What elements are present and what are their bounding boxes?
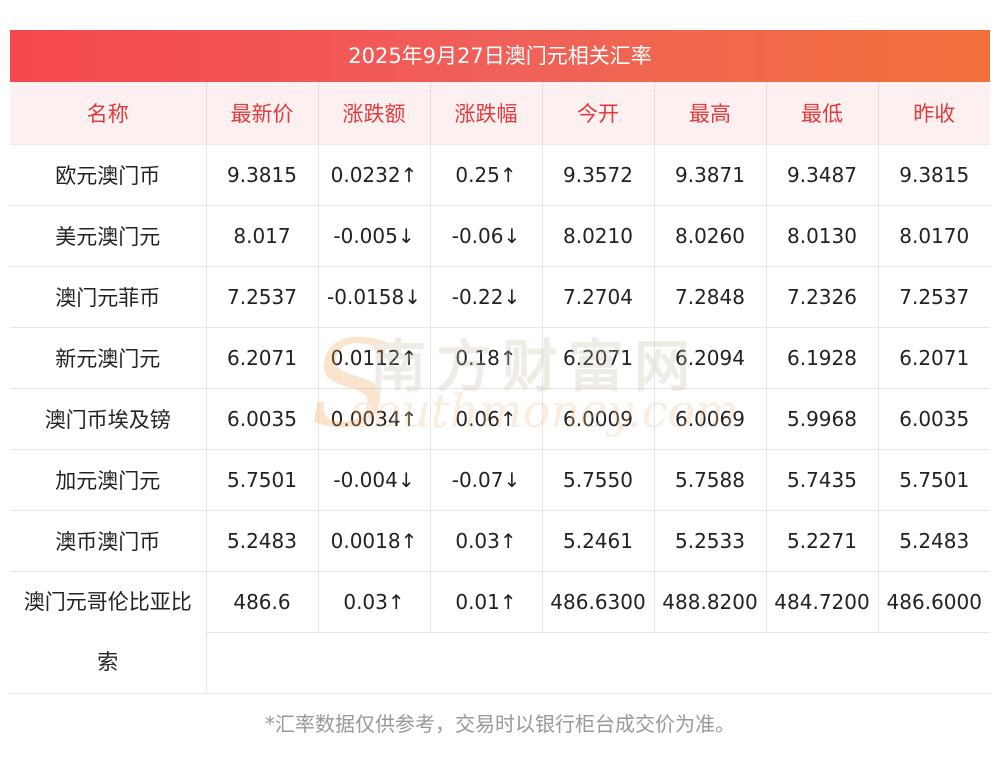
table-row: 澳币澳门币 5.2483 0.0018↑ 0.03↑ 5.2461 5.2533… (10, 510, 990, 572)
row-latest: 8.017 (206, 205, 319, 267)
row-change-pct: -0.07↓ (430, 449, 543, 511)
row-change-pct: 0.25↑ (430, 144, 543, 206)
row-low: 484.7200 (766, 571, 879, 633)
row-latest: 7.2537 (206, 266, 319, 328)
header-low: 最低 (766, 82, 879, 145)
exchange-rate-table: 名称 最新价 涨跌额 涨跌幅 今开 最高 最低 昨收 欧元澳门币 9.3815 … (10, 82, 990, 694)
row-low: 8.0130 (766, 205, 879, 267)
row-name: 美元澳门元 (10, 205, 207, 267)
table-row: 欧元澳门币 9.3815 0.0232↑ 0.25↑ 9.3572 9.3871… (10, 144, 990, 206)
row-high: 5.7588 (654, 449, 767, 511)
row-low: 6.1928 (766, 327, 879, 389)
row-latest: 9.3815 (206, 144, 319, 206)
row-open: 486.6300 (542, 571, 655, 633)
row-name: 新元澳门元 (10, 327, 207, 389)
row-name: 澳门币埃及镑 (10, 388, 207, 450)
row-high: 6.0069 (654, 388, 767, 450)
header-name: 名称 (10, 82, 207, 145)
table-row: 澳门币埃及镑 6.0035 0.0034↑ 0.06↑ 6.0009 6.006… (10, 388, 990, 450)
table-row: 澳门元菲币 7.2537 -0.0158↓ -0.22↓ 7.2704 7.28… (10, 266, 990, 328)
row-open: 9.3572 (542, 144, 655, 206)
header-latest: 最新价 (206, 82, 319, 145)
row-latest: 5.2483 (206, 510, 319, 572)
row-open: 5.2461 (542, 510, 655, 572)
row-name: 澳门元哥伦比亚比 索 (10, 571, 207, 694)
header-change-pct: 涨跌幅 (430, 82, 543, 145)
row-open: 7.2704 (542, 266, 655, 328)
row-prev-close: 6.2071 (878, 327, 990, 389)
row-change-pct: 0.18↑ (430, 327, 543, 389)
row-open: 8.0210 (542, 205, 655, 267)
row-change-pct: -0.22↓ (430, 266, 543, 328)
row-latest: 486.6 (206, 571, 319, 633)
row-name-line1: 澳门元哥伦比亚比 (23, 590, 192, 614)
table-row: 美元澳门元 8.017 -0.005↓ -0.06↓ 8.0210 8.0260… (10, 205, 990, 267)
row-open: 5.7550 (542, 449, 655, 511)
row-prev-close: 5.7501 (878, 449, 990, 511)
row-latest: 6.2071 (206, 327, 319, 389)
row-change-pct: 0.01↑ (430, 571, 543, 633)
table-row: 加元澳门元 5.7501 -0.004↓ -0.07↓ 5.7550 5.758… (10, 449, 990, 511)
row-low: 5.2271 (766, 510, 879, 572)
row-change: 0.0018↑ (318, 510, 431, 572)
row-name-line2: 索 (97, 650, 119, 674)
row-change: 0.0034↑ (318, 388, 431, 450)
row-high: 7.2848 (654, 266, 767, 328)
header-open: 今开 (542, 82, 655, 145)
row-prev-close: 9.3815 (878, 144, 990, 206)
row-high: 8.0260 (654, 205, 767, 267)
row-change: -0.005↓ (318, 205, 431, 267)
row-high: 6.2094 (654, 327, 767, 389)
row-prev-close: 5.2483 (878, 510, 990, 572)
row-change: 0.0232↑ (318, 144, 431, 206)
table-row: 新元澳门元 6.2071 0.0112↑ 0.18↑ 6.2071 6.2094… (10, 327, 990, 389)
row-change-pct: 0.03↑ (430, 510, 543, 572)
row-low: 7.2326 (766, 266, 879, 328)
row-latest: 5.7501 (206, 449, 319, 511)
row-prev-close: 7.2537 (878, 266, 990, 328)
row-high: 9.3871 (654, 144, 767, 206)
page-title: 2025年9月27日澳门元相关汇率 (10, 30, 990, 82)
row-prev-close: 6.0035 (878, 388, 990, 450)
row-low: 9.3487 (766, 144, 879, 206)
row-change: -0.0158↓ (318, 266, 431, 328)
row-prev-close: 8.0170 (878, 205, 990, 267)
header-high: 最高 (654, 82, 767, 145)
header-prev-close: 昨收 (878, 82, 990, 145)
row-name: 欧元澳门币 (10, 144, 207, 206)
header-change: 涨跌额 (318, 82, 431, 145)
row-open: 6.2071 (542, 327, 655, 389)
row-low: 5.7435 (766, 449, 879, 511)
row-change-pct: 0.06↑ (430, 388, 543, 450)
row-name: 澳门元菲币 (10, 266, 207, 328)
empty-cell (206, 632, 990, 694)
table-header-row: 名称 最新价 涨跌额 涨跌幅 今开 最高 最低 昨收 (10, 82, 990, 145)
row-change-pct: -0.06↓ (430, 205, 543, 267)
row-change: 0.0112↑ (318, 327, 431, 389)
row-name: 加元澳门元 (10, 449, 207, 511)
row-open: 6.0009 (542, 388, 655, 450)
row-latest: 6.0035 (206, 388, 319, 450)
row-name: 澳币澳门币 (10, 510, 207, 572)
row-change: -0.004↓ (318, 449, 431, 511)
row-prev-close: 486.6000 (878, 571, 990, 633)
row-high: 5.2533 (654, 510, 767, 572)
table-row: 澳门元哥伦比亚比 索 486.6 0.03↑ 0.01↑ 486.6300 48… (10, 571, 990, 694)
row-high: 488.8200 (654, 571, 767, 633)
row-low: 5.9968 (766, 388, 879, 450)
disclaimer-footer: *汇率数据仅供参考，交易时以银行柜台成交价为准。 (265, 712, 735, 736)
row-change: 0.03↑ (318, 571, 431, 633)
